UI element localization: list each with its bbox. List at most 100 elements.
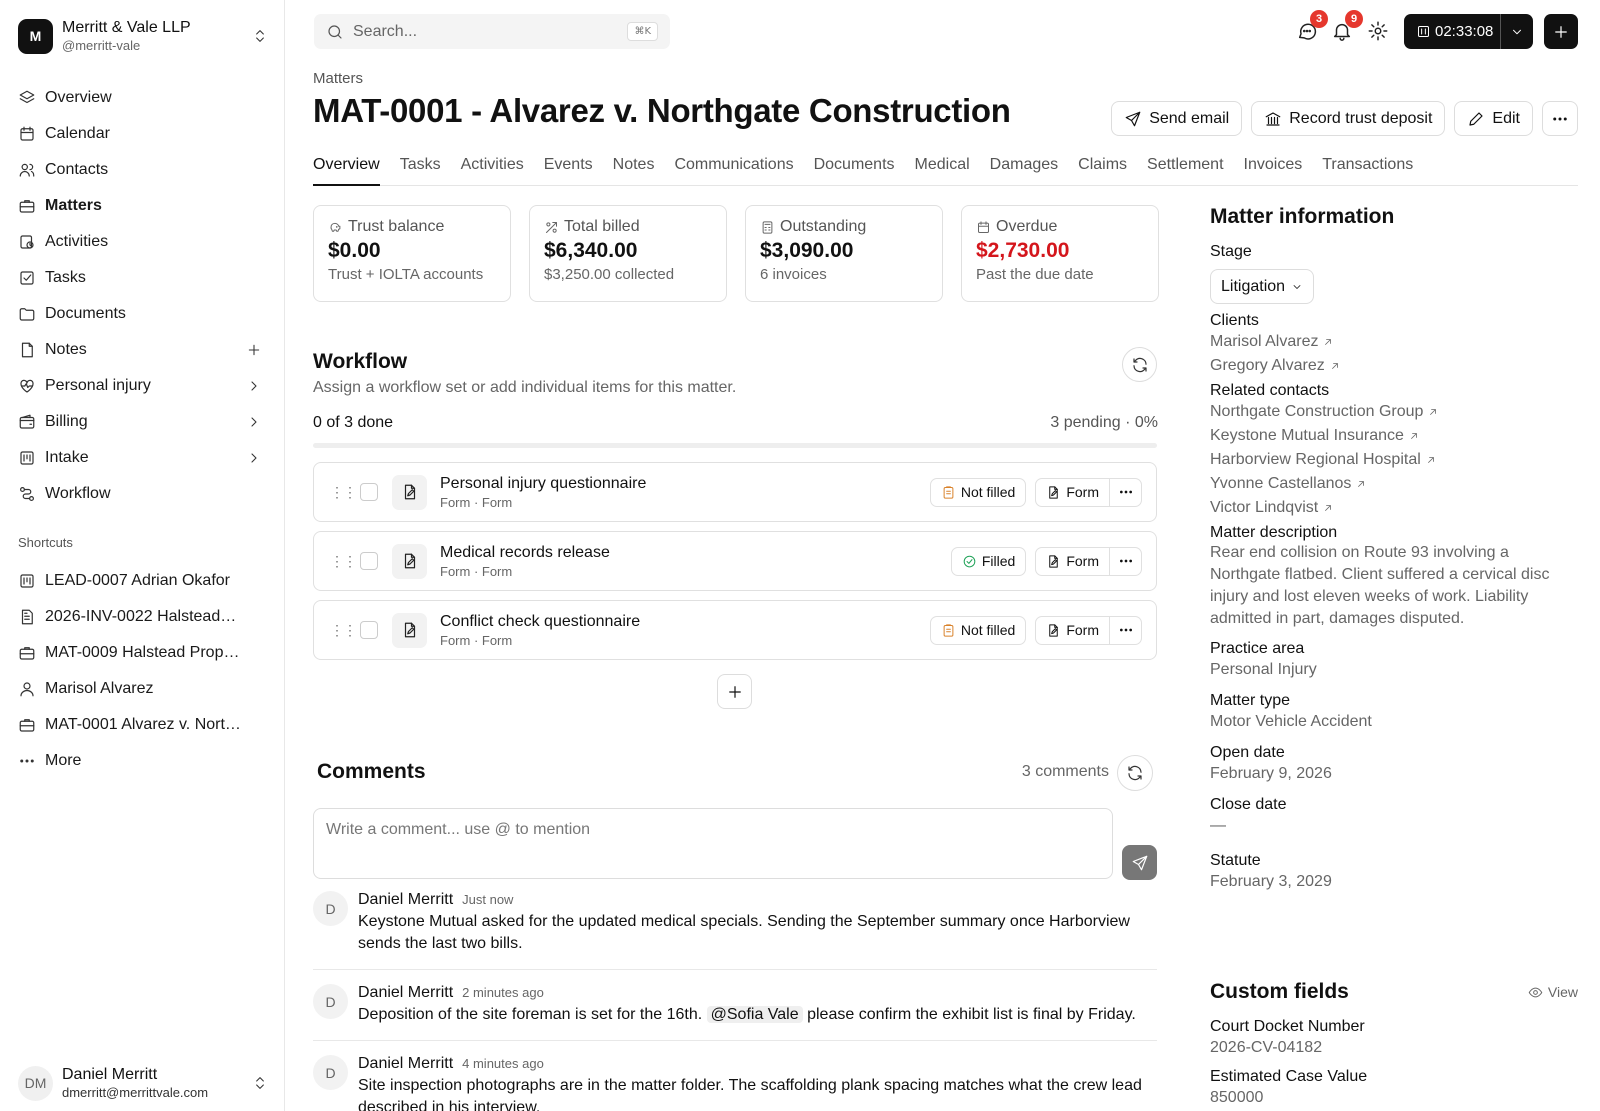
stat-cards: Trust balance $0.00 Trust + IOLTA accounts… <box>313 205 1159 302</box>
tab-claims[interactable]: Claims <box>1078 156 1127 186</box>
search-input[interactable]: Search... ⌘K <box>314 14 670 49</box>
sidebar-item-personal-injury[interactable]: Personal injury <box>18 368 268 404</box>
open-form-label: Form <box>1066 553 1099 569</box>
workflow-item-more-button[interactable] <box>1110 546 1142 576</box>
timer-dropdown-button[interactable] <box>1501 25 1533 39</box>
sidebar-item-billing[interactable]: Billing <box>18 404 268 440</box>
folder-icon <box>19 308 35 321</box>
drag-handle-icon[interactable]: ⋮⋮ <box>330 484 357 501</box>
workflow-item-more-button[interactable] <box>1110 615 1142 645</box>
related-contacts-list: Northgate Construction Group Keystone Mut… <box>1210 400 1580 520</box>
record-trust-deposit-label: Record trust deposit <box>1289 109 1433 127</box>
sidebar-item-overview[interactable]: Overview <box>18 80 268 116</box>
client-link[interactable]: Marisol Alvarez <box>1210 330 1580 354</box>
settings-button[interactable] <box>1367 20 1389 42</box>
briefcase-icon <box>19 200 35 213</box>
shortcut-item[interactable]: LEAD-0007 Adrian Okafor <box>18 563 268 599</box>
related-contact-link[interactable]: Harborview Regional Hospital <box>1210 448 1580 472</box>
custom-fields-view-button[interactable]: View <box>1528 984 1578 1000</box>
user-menu[interactable]: DM Daniel Merritt dmerritt@merrittvale.c… <box>18 1063 268 1103</box>
client-link[interactable]: Gregory Alvarez <box>1210 354 1580 378</box>
comments-refresh-button[interactable] <box>1117 755 1153 791</box>
workflow-item-checkbox[interactable] <box>360 483 378 501</box>
create-new-button[interactable] <box>1544 14 1578 49</box>
tab-transactions[interactable]: Transactions <box>1322 156 1413 186</box>
stage-select[interactable]: Litigation <box>1210 269 1315 304</box>
workflow-item-more-button[interactable] <box>1110 477 1142 507</box>
search-icon <box>328 24 342 39</box>
timer-toggle-button[interactable]: 02:33:08 <box>1404 14 1501 49</box>
workflow-item-name[interactable]: Personal injury questionnaire <box>440 475 930 493</box>
intake-icon <box>20 451 34 465</box>
chevrons-up-down-icon <box>256 30 264 42</box>
open-form-button[interactable]: Form <box>1035 615 1110 645</box>
sidebar-item-label: Notes <box>45 341 87 358</box>
sidebar-item-label: Personal injury <box>45 377 151 394</box>
sidebar-item-tasks[interactable]: Tasks <box>18 260 268 296</box>
messages-button[interactable]: 3 <box>1296 10 1328 42</box>
stat-subtext: Trust + IOLTA accounts <box>328 266 484 283</box>
sidebar-item-trailing[interactable] <box>246 342 262 358</box>
tab-events[interactable]: Events <box>544 156 593 186</box>
send-email-button[interactable]: Send email <box>1111 101 1243 136</box>
open-form-button[interactable]: Form <box>1035 546 1110 576</box>
stat-subtext: Past the due date <box>976 266 1094 283</box>
workflow-list: ⋮⋮ Personal injury questionnaire Form · Fo… <box>313 462 1157 669</box>
tab-settlement[interactable]: Settlement <box>1147 156 1223 186</box>
comment-text: please confirm the exhibit list is final… <box>807 1006 1136 1023</box>
workflow-title: Workflow <box>313 350 408 373</box>
tab-tasks[interactable]: Tasks <box>400 156 441 186</box>
sidebar-item-activities[interactable]: Activities <box>18 224 268 260</box>
shortcut-item[interactable]: 2026-INV-0022 Halstead… <box>18 599 268 635</box>
tab-damages[interactable]: Damages <box>990 156 1058 186</box>
shortcut-item[interactable]: MAT-0009 Halstead Prop… <box>18 635 268 671</box>
sidebar-item-documents[interactable]: Documents <box>18 296 268 332</box>
tab-documents[interactable]: Documents <box>814 156 895 186</box>
tab-overview[interactable]: Overview <box>313 156 380 186</box>
breadcrumb[interactable]: Matters <box>313 70 363 87</box>
shortcut-item[interactable]: Marisol Alvarez <box>18 671 268 707</box>
workflow-refresh-button[interactable] <box>1122 347 1157 382</box>
sidebar-item-workflow[interactable]: Workflow <box>18 476 268 512</box>
sidebar-item-notes[interactable]: Notes <box>18 332 268 368</box>
comment-input[interactable]: Write a comment... use @ to mention <box>313 808 1113 879</box>
sidebar-item-intake[interactable]: Intake <box>18 440 268 476</box>
mention-tag[interactable]: @Sofia Vale <box>706 1006 803 1023</box>
record-trust-deposit-button[interactable]: Record trust deposit <box>1251 101 1446 136</box>
edit-button[interactable]: Edit <box>1454 101 1533 136</box>
tab-invoices[interactable]: Invoices <box>1244 156 1303 186</box>
tab-activities[interactable]: Activities <box>461 156 524 186</box>
workflow-item-checkbox[interactable] <box>360 621 378 639</box>
tab-notes[interactable]: Notes <box>613 156 655 186</box>
more-actions-button[interactable] <box>1542 101 1578 136</box>
tab-communications[interactable]: Communications <box>674 156 793 186</box>
shortcut-item[interactable]: MAT-0001 Alvarez v. Nort… <box>18 707 268 743</box>
related-contact-link[interactable]: Keystone Mutual Insurance <box>1210 424 1580 448</box>
workflow-item-name[interactable]: Conflict check questionnaire <box>440 613 930 631</box>
workflow-item-checkbox[interactable] <box>360 552 378 570</box>
related-contact-link[interactable]: Victor Lindqvist <box>1210 496 1580 520</box>
notifications-button[interactable]: 9 <box>1331 10 1363 42</box>
workflow-item-name[interactable]: Medical records release <box>440 544 951 562</box>
sidebar-item-matters[interactable]: Matters <box>18 188 268 224</box>
related-contact-link[interactable]: Yvonne Castellanos <box>1210 472 1580 496</box>
external-link-icon <box>1325 505 1332 511</box>
shortcut-label: More <box>45 752 82 769</box>
org-switcher[interactable]: M Merritt & Vale LLP @merritt-vale <box>18 16 268 56</box>
add-workflow-item-button[interactable] <box>717 674 752 709</box>
drag-handle-icon[interactable]: ⋮⋮ <box>330 622 357 639</box>
workflow-item-meta: Form · Form <box>440 494 513 510</box>
refresh-icon <box>1132 357 1147 372</box>
open-form-button[interactable]: Form <box>1035 477 1110 507</box>
sidebar-item-contacts[interactable]: Contacts <box>18 152 268 188</box>
stage-value: Litigation <box>1221 277 1286 295</box>
sidebar-item-calendar[interactable]: Calendar <box>18 116 268 152</box>
briefcase-icon <box>19 647 35 660</box>
drag-handle-icon[interactable]: ⋮⋮ <box>330 553 357 570</box>
shortcuts-more[interactable]: More <box>18 743 268 779</box>
tab-medical[interactable]: Medical <box>915 156 970 186</box>
custom-fields-view-label: View <box>1547 984 1578 1000</box>
send-comment-button[interactable] <box>1122 845 1157 880</box>
related-contact-link[interactable]: Northgate Construction Group <box>1210 400 1580 424</box>
client-link-label: Marisol Alvarez <box>1210 333 1319 350</box>
